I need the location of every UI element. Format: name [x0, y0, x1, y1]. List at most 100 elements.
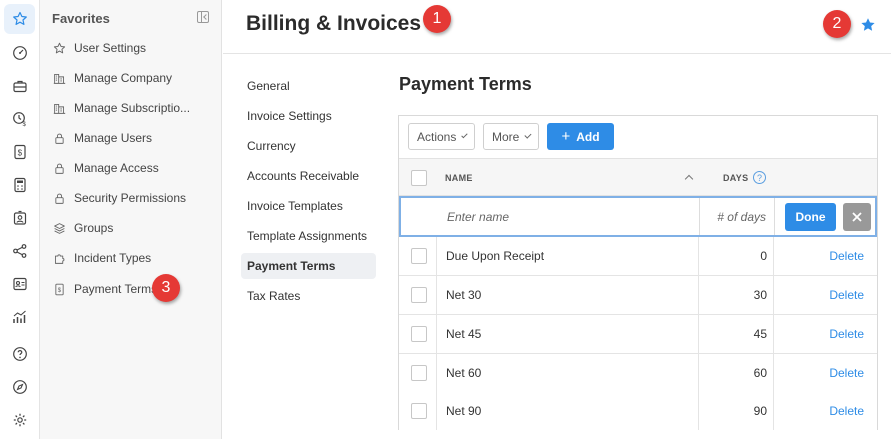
- table-header: NAME DAYS ?: [399, 158, 877, 196]
- row-days: 45: [753, 327, 767, 341]
- lock-icon: [52, 161, 66, 175]
- star-outline-icon: [12, 11, 27, 25]
- page-title: Billing & Invoices: [246, 12, 422, 35]
- id-card-rail-button[interactable]: [4, 269, 35, 299]
- payment-terms-table: Actions More + Add NAME DAYS ? Enter nam…: [398, 115, 878, 431]
- delete-link[interactable]: Delete: [774, 366, 864, 380]
- row-checkbox[interactable]: [411, 365, 427, 381]
- favorite-item-incident-types[interactable]: Incident Types: [52, 248, 151, 268]
- column-header-name[interactable]: NAME: [445, 173, 473, 183]
- favorite-item-label: Manage Users: [74, 131, 153, 145]
- favorite-item-label: Manage Subscriptio...: [74, 101, 191, 115]
- annotation-badge-2: 2: [823, 10, 851, 38]
- lock-icon: [52, 131, 66, 145]
- more-dropdown[interactable]: More: [483, 123, 539, 150]
- favorites-rail-button[interactable]: [4, 4, 35, 34]
- row-days: 60: [753, 366, 767, 380]
- subnav-payment-terms[interactable]: Payment Terms: [241, 253, 376, 279]
- id-card-icon: [12, 277, 27, 291]
- compass-rail-button[interactable]: [4, 372, 35, 402]
- favorite-item-groups[interactable]: Groups: [52, 218, 113, 238]
- subnav-tax-rates[interactable]: Tax Rates: [241, 283, 376, 309]
- table-row: Net 60 60 Delete: [399, 354, 877, 393]
- page-header: Billing & Invoices: [223, 0, 891, 54]
- building-icon: [52, 101, 66, 115]
- subnav-template-assignments[interactable]: Template Assignments: [241, 223, 376, 249]
- delete-link[interactable]: Delete: [774, 249, 864, 263]
- days-input[interactable]: # of days: [699, 198, 775, 235]
- subnav-invoice-settings[interactable]: Invoice Settings: [241, 103, 376, 129]
- subnav-invoice-templates[interactable]: Invoice Templates: [241, 193, 376, 219]
- favorite-item-label: Security Permissions: [74, 191, 187, 205]
- more-label: More: [492, 129, 520, 144]
- star-filled-icon[interactable]: [860, 17, 876, 33]
- subnav-currency[interactable]: Currency: [241, 133, 376, 159]
- favorite-item-label: Manage Access: [74, 161, 159, 175]
- favorite-item-label: Incident Types: [74, 251, 152, 265]
- table-toolbar: Actions More + Add: [399, 116, 877, 158]
- share-nodes-icon: [12, 244, 26, 258]
- subnav-accounts-receivable[interactable]: Accounts Receivable: [241, 163, 376, 189]
- time-rail-button[interactable]: $: [4, 104, 35, 134]
- add-button[interactable]: + Add: [547, 123, 614, 150]
- contact-badge-icon: [13, 210, 26, 225]
- favorite-item-user-settings[interactable]: User Settings: [52, 38, 146, 58]
- row-days: 90: [753, 404, 767, 418]
- favorite-item-label: User Settings: [74, 41, 147, 55]
- close-icon: [852, 212, 862, 222]
- puzzle-icon: [52, 251, 66, 265]
- dashboard-rail-button[interactable]: [4, 38, 35, 68]
- question-circle-icon: [12, 347, 27, 361]
- delete-link[interactable]: Delete: [774, 288, 864, 302]
- row-days: 30: [753, 288, 767, 302]
- briefcase-rail-button[interactable]: [4, 71, 35, 101]
- table-row: Net 90 90 Delete: [399, 392, 877, 431]
- gauge-icon: [12, 46, 27, 60]
- sort-caret-icon[interactable]: [684, 174, 694, 184]
- svg-text:$: $: [22, 122, 26, 127]
- row-checkbox[interactable]: [411, 287, 427, 303]
- column-header-days: DAYS: [723, 173, 749, 183]
- calculator-icon: [13, 177, 26, 193]
- row-name: Net 60: [446, 366, 482, 380]
- calculator-rail-button[interactable]: [4, 170, 35, 200]
- question-circle-icon[interactable]: ?: [753, 171, 766, 184]
- row-checkbox[interactable]: [411, 403, 427, 419]
- favorite-item-manage-subscription[interactable]: Manage Subscriptio...: [52, 98, 190, 118]
- cancel-button[interactable]: [843, 203, 871, 231]
- chevron-down-icon: [461, 131, 468, 139]
- favorite-item-manage-access[interactable]: Manage Access: [52, 158, 159, 178]
- svg-text:$: $: [57, 287, 61, 294]
- settings-rail-button[interactable]: [4, 405, 35, 435]
- favorite-item-payment-terms[interactable]: $ Payment Terms: [52, 279, 157, 299]
- layers-icon: [52, 221, 66, 235]
- actions-dropdown[interactable]: Actions: [408, 123, 475, 150]
- briefcase-icon: [12, 80, 27, 93]
- table-row: Net 30 30 Delete: [399, 276, 877, 315]
- network-rail-button[interactable]: [4, 236, 35, 266]
- done-button[interactable]: Done: [785, 203, 836, 231]
- favorite-item-security-permissions[interactable]: Security Permissions: [52, 188, 186, 208]
- delete-link[interactable]: Delete: [774, 327, 864, 341]
- help-rail-button[interactable]: [4, 339, 35, 369]
- favorite-item-label: Manage Company: [74, 71, 173, 85]
- contacts-rail-button[interactable]: [4, 203, 35, 233]
- billing-rail-button[interactable]: $: [4, 137, 35, 167]
- subnav-general[interactable]: General: [241, 73, 376, 99]
- row-name: Net 90: [446, 404, 482, 418]
- select-all-checkbox[interactable]: [411, 170, 427, 186]
- favorites-title: Favorites: [52, 11, 110, 26]
- name-input[interactable]: Enter name: [447, 210, 509, 224]
- favorite-item-manage-users[interactable]: Manage Users: [52, 128, 152, 148]
- delete-link[interactable]: Delete: [774, 404, 864, 418]
- row-checkbox[interactable]: [411, 326, 427, 342]
- row-checkbox[interactable]: [411, 248, 427, 264]
- chevron-down-icon: [524, 131, 532, 139]
- collapse-panel-icon[interactable]: [197, 11, 209, 23]
- star-outline-icon: [52, 41, 66, 55]
- svg-text:$: $: [17, 148, 22, 157]
- favorite-item-manage-company[interactable]: Manage Company: [52, 68, 172, 88]
- reports-rail-button[interactable]: [4, 302, 35, 332]
- favorite-item-label: Payment Terms: [74, 282, 158, 296]
- row-name: Net 45: [446, 327, 482, 341]
